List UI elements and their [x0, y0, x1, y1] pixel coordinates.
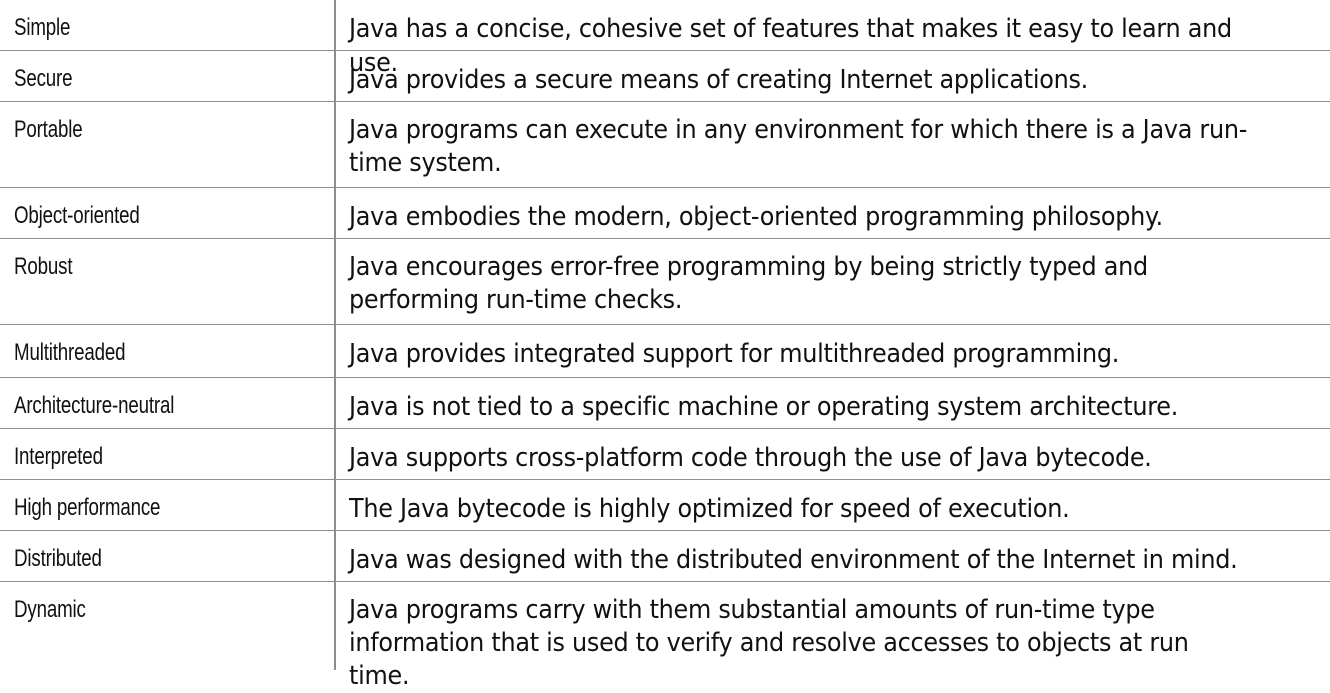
feature-term-architecture-neutral: Architecture-neutral — [0, 378, 336, 429]
feature-description-robust: Java encourages error-free programming b… — [336, 239, 1330, 325]
feature-description-distributed: Java was designed with the distributed e… — [336, 531, 1330, 582]
feature-description-architecture-neutral: Java is not tied to a specific machine o… — [336, 378, 1330, 429]
feature-term-secure: Secure — [0, 51, 336, 102]
feature-term-dynamic: Dynamic — [0, 582, 336, 670]
feature-term-simple: Simple — [0, 0, 336, 51]
feature-term-high-performance: High performance — [0, 480, 336, 531]
java-features-table: Simple Java has a concise, cohesive set … — [0, 0, 1330, 691]
feature-term-multithreaded: Multithreaded — [0, 325, 336, 378]
feature-term-interpreted: Interpreted — [0, 429, 336, 480]
feature-description-interpreted: Java supports cross-platform code throug… — [336, 429, 1330, 480]
feature-description-dynamic: Java programs carry with them substantia… — [349, 595, 1189, 691]
feature-description-portable: Java programs can execute in any environ… — [336, 102, 1330, 188]
feature-term-robust: Robust — [0, 239, 336, 325]
feature-description-simple: Java has a concise, cohesive set of feat… — [336, 0, 1330, 78]
feature-description-multithreaded: Java provides integrated support for mul… — [336, 325, 1330, 378]
feature-description-high-performance: The Java bytecode is highly optimized fo… — [336, 480, 1330, 531]
feature-description-object-oriented: Java embodies the modern, object-oriente… — [336, 188, 1330, 239]
feature-term-portable: Portable — [0, 102, 336, 188]
feature-term-distributed: Distributed — [0, 531, 336, 582]
feature-term-object-oriented: Object-oriented — [0, 188, 336, 239]
